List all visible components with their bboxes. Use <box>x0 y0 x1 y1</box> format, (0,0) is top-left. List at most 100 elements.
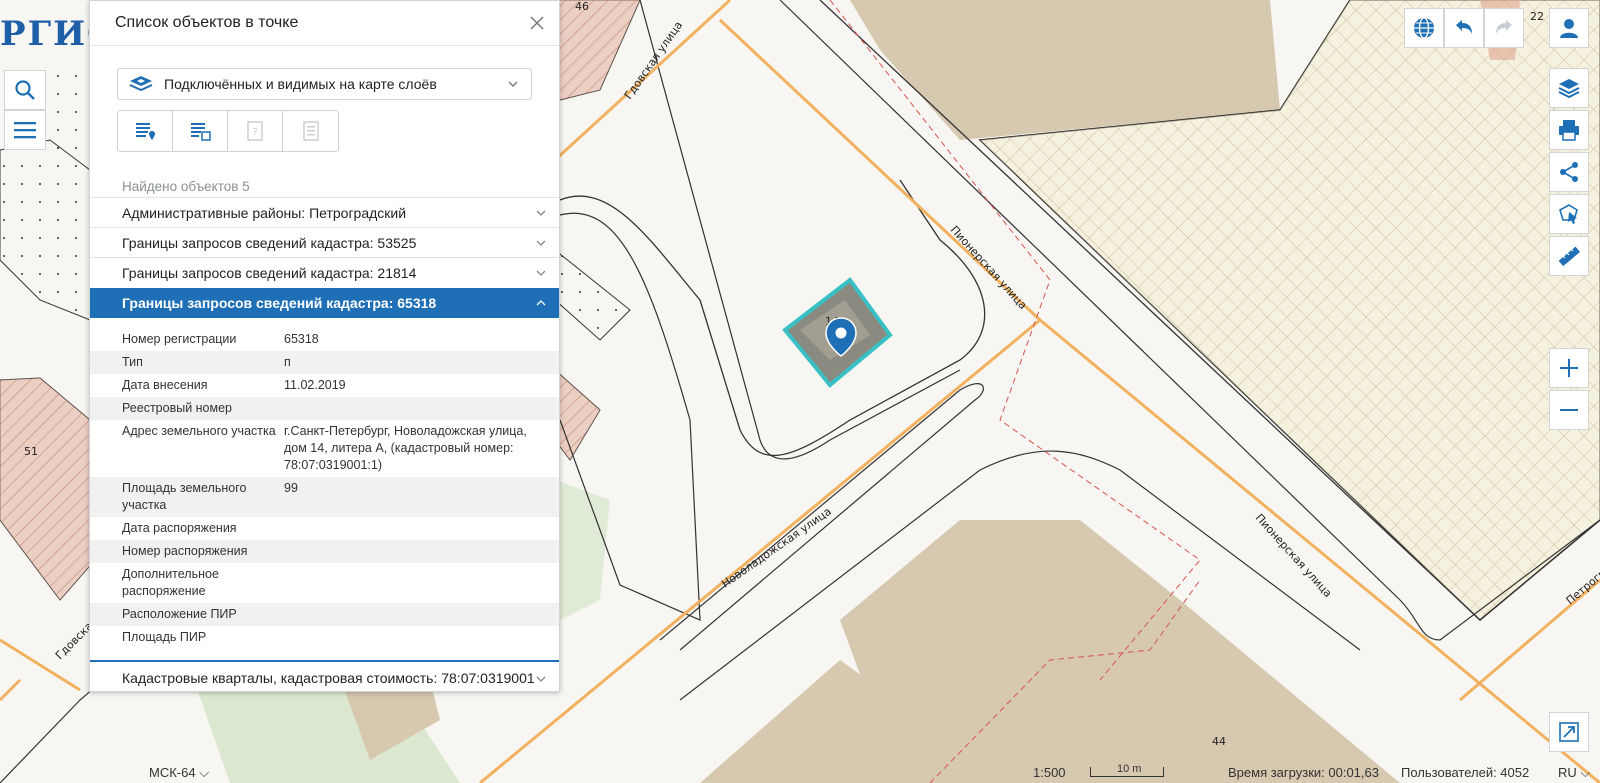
undo-icon <box>1456 20 1472 34</box>
status-bar: МСК-64 ⌵ 1:500 10 m Время загрузки: 00:0… <box>0 761 1600 783</box>
crs-select[interactable]: МСК-64 ⌵ <box>149 765 209 781</box>
detail-row: Расположение ПИР <box>90 603 559 626</box>
hamburger-icon <box>14 122 36 139</box>
accordion-item-admin-districts[interactable]: Административные районы: Петроградский <box>90 197 559 227</box>
fullscreen-button[interactable] <box>1549 712 1589 752</box>
select-object-button[interactable] <box>1549 194 1589 234</box>
detail-value: 99 <box>284 481 298 495</box>
user-icon <box>1560 19 1578 38</box>
list-point-icon <box>136 123 155 140</box>
document-button[interactable] <box>283 111 338 151</box>
accordion-item-cadastre-21814[interactable]: Границы запросов сведений кадастра: 2181… <box>90 257 559 287</box>
print-button[interactable] <box>1549 110 1589 150</box>
share-icon <box>1560 162 1578 182</box>
zoom-out-button[interactable] <box>1549 390 1589 430</box>
section-divider <box>90 660 559 662</box>
house-number-51: 51 <box>24 445 38 458</box>
share-button[interactable] <box>1549 152 1589 192</box>
info-button[interactable]: ? <box>228 111 283 151</box>
select-by-area-button[interactable] <box>173 111 228 151</box>
layers-button[interactable] <box>1549 68 1589 108</box>
expand-icon <box>1559 722 1579 742</box>
detail-row: Площадь земельного участка 99 <box>90 477 559 517</box>
detail-row: Номер регистрации 65318 <box>90 328 559 351</box>
selection-mode-group: ? <box>117 110 339 152</box>
printer-icon <box>1559 120 1579 141</box>
accordion-item-label: Границы запросов сведений кадастра: 5352… <box>122 234 417 251</box>
search-button[interactable] <box>4 70 46 110</box>
detail-value: 11.02.2019 <box>284 378 346 392</box>
chevron-down-icon <box>536 270 546 276</box>
redo-icon <box>1496 20 1512 34</box>
detail-value <box>284 629 539 646</box>
objects-at-point-panel: Список объектов в точке Подключённых и в… <box>89 0 560 692</box>
language-value: RU <box>1558 765 1577 780</box>
detail-value <box>284 543 539 560</box>
panel-title: Список объектов в точке <box>115 14 299 31</box>
redo-button[interactable] <box>1484 8 1524 48</box>
accordion-item-cadastral-quarters[interactable]: Кадастровые кварталы, кадастровая стоимо… <box>90 663 559 691</box>
detail-label: Площадь земельного участка <box>122 481 247 512</box>
chevron-down-icon <box>536 676 546 682</box>
layers-icon <box>1558 79 1580 99</box>
detail-value: 65318 <box>284 332 319 346</box>
layer-scope-value: Подключённых и видимых на карте слоёв <box>164 76 437 92</box>
document-icon <box>302 121 319 141</box>
zoom-in-button[interactable] <box>1549 348 1589 388</box>
language-select[interactable]: RU ⌵ <box>1558 765 1590 781</box>
detail-label: Дополнительное распоряжение <box>122 567 219 598</box>
detail-row: Площадь ПИР <box>90 626 559 649</box>
detail-label: Адрес земельного участка <box>122 424 276 438</box>
detail-label: Площадь ПИР <box>122 630 207 644</box>
measure-button[interactable] <box>1549 236 1589 276</box>
layers-icon <box>129 76 153 92</box>
detail-label: Реестровый номер <box>122 401 233 415</box>
menu-button[interactable] <box>4 110 46 150</box>
accordion-item-cadastre-53525[interactable]: Границы запросов сведений кадастра: 5352… <box>90 227 559 257</box>
detail-row: Тип п <box>90 351 559 374</box>
load-time: Время загрузки: 00:01,63 <box>1228 765 1379 780</box>
minus-icon <box>1560 409 1578 411</box>
scale-bar-label: 10 m <box>1117 763 1142 775</box>
detail-row: Номер распоряжения <box>90 540 559 563</box>
list-area-icon <box>191 123 211 141</box>
object-details: Номер регистрации 65318 Тип п Дата внесени… <box>90 328 559 649</box>
detail-value <box>284 400 539 417</box>
undo-button[interactable] <box>1444 8 1484 48</box>
globe-button[interactable] <box>1404 8 1444 48</box>
detail-row: Адрес земельного участка г.Санкт-Петербур… <box>90 420 559 477</box>
select-cursor-icon <box>1559 204 1578 224</box>
chevron-up-icon <box>536 300 546 306</box>
house-number-46: 46 <box>575 0 589 13</box>
accordion-item-label: Кадастровые кварталы, кадастровая стоимо… <box>122 670 535 686</box>
house-number-44: 44 <box>1212 735 1226 748</box>
detail-label: Номер регистрации <box>122 332 237 346</box>
detail-row: Дата распоряжения <box>90 517 559 540</box>
accordion-item-cadastre-65318[interactable]: Границы запросов сведений кадастра: 6531… <box>90 288 559 318</box>
detail-row: Дополнительное распоряжение <box>90 563 559 603</box>
select-by-point-button[interactable] <box>118 111 173 151</box>
scale-bar: 10 m <box>1090 763 1164 777</box>
detail-value <box>284 566 539 600</box>
accordion-item-label: Границы запросов сведений кадастра: 6531… <box>122 295 437 311</box>
detail-label: Дата внесения <box>122 378 208 392</box>
found-count: Найдено объектов 5 <box>122 179 250 194</box>
detail-value <box>284 606 539 623</box>
accordion-item-label: Границы запросов сведений кадастра: 2181… <box>122 264 417 281</box>
detail-label: Номер распоряжения <box>122 544 248 558</box>
chevron-down-icon <box>536 240 546 246</box>
svg-text:?: ? <box>252 127 257 138</box>
detail-label: Расположение ПИР <box>122 607 237 621</box>
search-icon <box>15 80 35 100</box>
panel-header: Список объектов в точке <box>90 1 559 46</box>
detail-label: Дата распоряжения <box>122 521 237 535</box>
close-icon[interactable] <box>527 13 547 33</box>
detail-value: г.Санкт-Петербург, Новоладожская улица, … <box>284 424 527 472</box>
users-count: Пользователей: 4052 <box>1401 765 1530 780</box>
user-button[interactable] <box>1549 8 1589 48</box>
house-number-22: 22 <box>1530 10 1544 23</box>
question-doc-icon: ? <box>247 121 263 141</box>
detail-value: п <box>284 355 291 369</box>
chevron-down-icon <box>508 81 518 87</box>
layer-scope-select[interactable]: Подключённых и видимых на карте слоёв <box>117 68 532 100</box>
